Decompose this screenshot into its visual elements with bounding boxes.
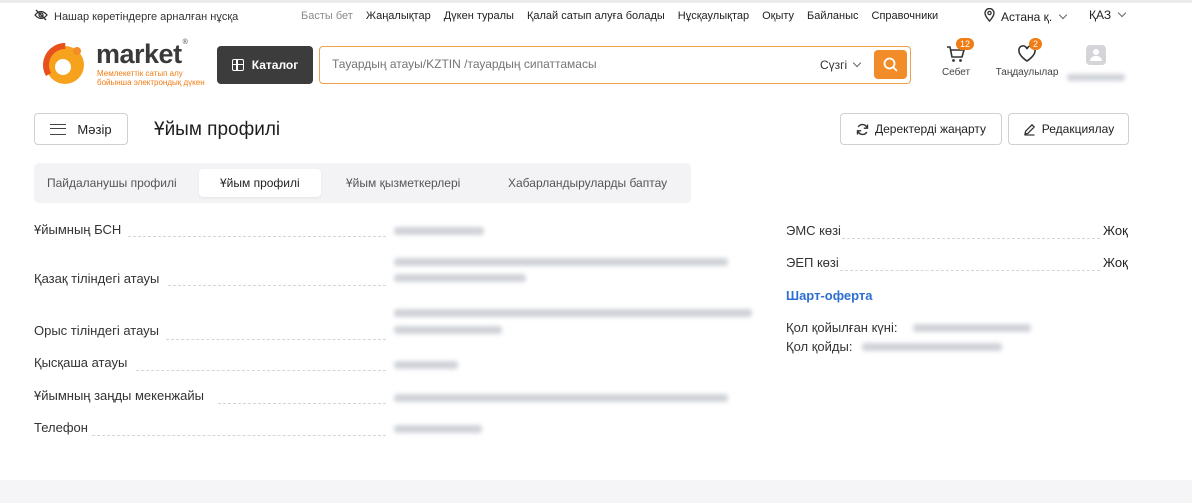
logo[interactable]: market® Мемлекеттік сатып алу бойынша эл… [41, 39, 211, 89]
dotted-leader [92, 435, 386, 436]
nav-contacts[interactable]: Байланыс [807, 10, 859, 22]
chevron-down-icon [1059, 10, 1068, 19]
nav-references[interactable]: Справочники [872, 10, 939, 22]
favorites-label: Таңдаулылар [995, 67, 1059, 78]
field-label-legal-address: Ұйымның заңды мекенжайы [34, 388, 204, 403]
avatar [1086, 45, 1106, 65]
dotted-leader [842, 238, 1100, 239]
profile-tabs: Пайдаланушы профилі Ұйым профилі Ұйым қы… [34, 163, 691, 203]
favorites-button[interactable]: 2 Таңдаулылар [994, 38, 1060, 78]
name-russian-redacted-2 [394, 326, 502, 334]
edit-button[interactable]: Редакциялау [1008, 113, 1129, 145]
search-icon [883, 57, 898, 72]
name-kazakh-redacted-1 [394, 258, 728, 266]
nav-news[interactable]: Жаңалықтар [366, 10, 431, 22]
chevron-down-icon [852, 58, 862, 68]
vision-mode-link[interactable]: Нашар көретіндерге арналған нұсқа [34, 9, 238, 24]
dotted-leader [168, 285, 386, 286]
nav-home[interactable]: Басты бет [301, 10, 353, 22]
signed-date-label: Қол қойылған күні: [786, 320, 898, 335]
nav-how-to-buy[interactable]: Қалай сатып алуға болады [527, 10, 665, 22]
favorites-count-badge: 2 [1029, 38, 1043, 50]
legal-address-redacted [394, 394, 728, 402]
nav-training[interactable]: Оқыту [762, 10, 794, 22]
name-russian-redacted-1 [394, 309, 752, 317]
menu-label: Мәзір [77, 121, 112, 137]
tab-organization-employees[interactable]: Ұйым қызметкерлері [346, 169, 460, 197]
search-input[interactable] [332, 57, 802, 71]
signed-by-label: Қол қойды: [786, 339, 853, 354]
dotted-leader [136, 370, 386, 371]
signed-by-redacted [862, 343, 1002, 351]
tab-notification-settings[interactable]: Хабарландыруларды баптау [508, 169, 667, 197]
filter-dropdown[interactable]: Сүзгі [820, 58, 862, 72]
nav-about[interactable]: Дүкен туралы [444, 10, 514, 22]
refresh-label: Деректерді жаңарту [874, 122, 986, 136]
offer-contract-link[interactable]: Шарт-оферта [786, 288, 873, 303]
logo-wordmark: market® [96, 39, 188, 69]
language-selector[interactable]: ҚАЗ [1089, 8, 1127, 22]
nav-guides[interactable]: Нұсқаулықтар [678, 10, 749, 22]
field-label-bin: Ұйымның БСН [34, 222, 122, 237]
tab-organization-profile[interactable]: Ұйым профилі [199, 169, 321, 197]
top-nav: Басты бет Жаңалықтар Дүкен туралы Қалай … [301, 10, 951, 22]
language-label: ҚАЗ [1089, 8, 1112, 22]
field-label-eep-source: ЭЕП көзі [786, 255, 839, 270]
vision-mode-label: Нашар көретіндерге арналған нұсқа [54, 10, 239, 23]
search-bar: Сүзгі [319, 46, 911, 84]
chevron-down-icon [1117, 8, 1127, 18]
logo-mark-icon [43, 43, 87, 87]
catalog-button[interactable]: Каталог [217, 46, 313, 84]
field-label-short-name: Қысқаша атауы [34, 355, 128, 370]
filter-label: Сүзгі [820, 58, 848, 72]
city-label: Астана қ. [1001, 9, 1053, 24]
city-selector[interactable]: Астана қ. [984, 7, 1068, 25]
short-name-redacted [394, 361, 458, 369]
eep-source-value: Жоқ [1103, 255, 1128, 270]
dotted-leader [128, 236, 386, 237]
cart-button[interactable]: 12 Себет [936, 38, 976, 78]
refresh-data-button[interactable]: Деректерді жаңарту [840, 113, 1002, 145]
signed-date-redacted [913, 324, 1031, 332]
bin-value-redacted [394, 227, 484, 235]
cart-count-badge: 12 [956, 38, 975, 50]
user-name-redacted [1067, 74, 1125, 81]
field-label-name-kazakh: Қазақ тіліндегі атауы [34, 271, 160, 286]
dotted-leader [840, 270, 1100, 271]
menu-button[interactable]: Мәзір [34, 113, 128, 145]
dotted-leader [166, 339, 386, 340]
phone-redacted [394, 425, 482, 433]
cart-label: Себет [941, 67, 971, 78]
pencil-icon [1023, 123, 1035, 136]
grid-icon [231, 59, 244, 71]
edit-label: Редакциялау [1041, 122, 1115, 136]
dotted-leader [218, 403, 386, 404]
name-kazakh-redacted-2 [394, 274, 526, 282]
catalog-label: Каталог [251, 58, 299, 72]
field-label-ems-source: ЭМС көзі [786, 223, 841, 238]
page: Нашар көретіндерге арналған нұсқа Басты … [0, 3, 1192, 480]
hamburger-icon [50, 123, 67, 135]
tab-user-profile[interactable]: Пайдаланушы профилі [47, 169, 177, 197]
field-label-name-russian: Орыс тіліндегі атауы [34, 323, 160, 338]
ems-source-value: Жоқ [1103, 223, 1128, 238]
field-label-phone: Телефон [34, 420, 88, 435]
search-button[interactable] [874, 50, 907, 79]
refresh-icon [856, 123, 869, 135]
location-pin-icon [984, 7, 995, 25]
eye-off-icon [34, 9, 54, 24]
top-bar: Нашар көретіндерге арналған нұсқа Басты … [0, 3, 1192, 29]
user-menu[interactable] [1066, 43, 1126, 81]
page-title: Ұйым профилі [154, 119, 281, 140]
logo-tagline: Мемлекеттік сатып алу бойынша электронды… [97, 69, 205, 87]
